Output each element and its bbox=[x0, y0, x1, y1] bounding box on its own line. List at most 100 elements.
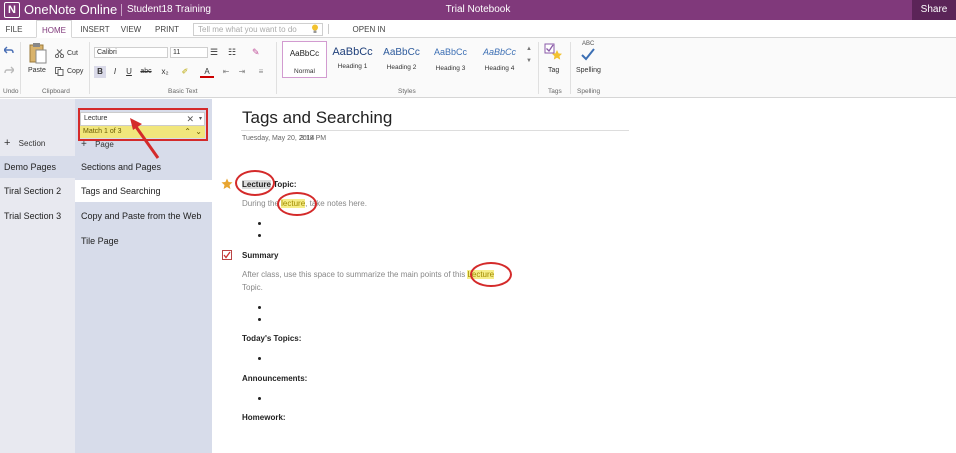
bullet-point[interactable] bbox=[258, 397, 261, 400]
section-pane: + Section Demo Pages Tiral Section 2 Tri… bbox=[0, 99, 75, 453]
style-heading-3[interactable]: AaBbCc Heading 3 bbox=[428, 41, 473, 78]
annotation-ring bbox=[235, 170, 275, 196]
summary-text[interactable]: After class, use this space to summarize… bbox=[242, 270, 495, 279]
style-name: Heading 2 bbox=[386, 64, 417, 71]
spelling-check-icon[interactable] bbox=[581, 48, 595, 61]
todo-checkbox-icon[interactable] bbox=[222, 250, 232, 260]
group-divider bbox=[89, 42, 90, 94]
add-section-button[interactable]: + Section bbox=[4, 137, 45, 149]
important-star-icon[interactable] bbox=[221, 178, 233, 190]
styles-scroll-down-icon[interactable]: ▼ bbox=[526, 58, 532, 64]
style-heading-1[interactable]: AaBbCc Heading 1 bbox=[330, 41, 375, 78]
highlight-icon[interactable]: ✐ bbox=[178, 66, 192, 78]
styles-scroll-up-icon[interactable]: ▲ bbox=[526, 46, 532, 52]
style-preview: AaBbCc bbox=[289, 49, 320, 58]
numbering-icon[interactable]: ☷ bbox=[228, 47, 236, 58]
section-item-trial-section-3[interactable]: Trial Section 3 bbox=[0, 205, 75, 227]
style-preview: AaBbCc bbox=[482, 47, 517, 57]
style-name: Heading 3 bbox=[435, 65, 466, 72]
summary-heading[interactable]: Summary bbox=[242, 251, 278, 260]
announcements-heading[interactable]: Announcements: bbox=[242, 374, 307, 383]
bullet-point[interactable] bbox=[258, 318, 261, 321]
group-divider bbox=[570, 42, 571, 94]
title-bar: N OneNote Online Student18 Training Tria… bbox=[0, 0, 956, 20]
bullet-point[interactable] bbox=[258, 222, 261, 225]
group-label-spelling: Spelling bbox=[577, 88, 601, 95]
group-divider bbox=[276, 42, 277, 94]
font-size-select[interactable]: 11 bbox=[170, 47, 208, 58]
cut-label[interactable]: Cut bbox=[67, 50, 78, 57]
bullet-point[interactable] bbox=[258, 306, 261, 309]
lightbulb-icon bbox=[312, 24, 318, 33]
page-item-tags-and-searching[interactable]: Tags and Searching bbox=[75, 180, 212, 202]
title-underline bbox=[241, 130, 629, 131]
style-preview: AaBbCc bbox=[332, 46, 373, 58]
font-color-icon[interactable]: A bbox=[200, 66, 214, 78]
bullet-point[interactable] bbox=[258, 357, 261, 360]
summary-text-line-2[interactable]: Topic. bbox=[242, 283, 263, 292]
section-item-tiral-section-2[interactable]: Tiral Section 2 bbox=[0, 180, 75, 202]
subscript-icon[interactable]: x₂ bbox=[158, 66, 172, 78]
text-segment: After class, use this space to summarize… bbox=[242, 270, 468, 279]
style-preview: AaBbCc bbox=[433, 47, 468, 57]
paste-label[interactable]: Paste bbox=[28, 67, 46, 74]
check-mark-icon bbox=[223, 251, 231, 259]
bold-button[interactable]: B bbox=[94, 66, 106, 78]
font-name-select[interactable]: Calibri bbox=[94, 47, 168, 58]
open-in-onenote-button[interactable]: OPEN IN ONENOTE bbox=[334, 20, 404, 53]
style-heading-2[interactable]: AaBbCc Heading 2 bbox=[379, 41, 424, 78]
group-label-tags: Tags bbox=[548, 88, 562, 95]
annotation-ring bbox=[277, 192, 317, 216]
clear-format-icon[interactable]: ✎ bbox=[252, 47, 260, 58]
group-label-clipboard: Clipboard bbox=[42, 88, 70, 95]
add-section-label: Section bbox=[18, 139, 46, 148]
tab-insert[interactable]: INSERT bbox=[78, 20, 112, 38]
tag-label[interactable]: Tag bbox=[548, 67, 559, 74]
tab-view[interactable]: VIEW bbox=[118, 20, 144, 38]
tab-print[interactable]: PRINT bbox=[152, 20, 182, 38]
copy-label[interactable]: Copy bbox=[67, 68, 83, 75]
ribbon: Undo Paste Cut Copy Clipboard Calibri 11… bbox=[0, 38, 956, 98]
copy-icon[interactable] bbox=[55, 67, 64, 76]
tab-file[interactable]: FILE bbox=[2, 20, 26, 38]
italic-button[interactable]: I bbox=[110, 66, 120, 78]
add-page-label: Page bbox=[95, 140, 114, 149]
style-name: Heading 1 bbox=[337, 63, 368, 70]
underline-button[interactable]: U bbox=[124, 66, 134, 78]
section-item-demo-pages[interactable]: Demo Pages bbox=[0, 156, 75, 178]
page-title[interactable]: Tags and Searching bbox=[242, 108, 392, 128]
page-item-copy-and-paste[interactable]: Copy and Paste from the Web bbox=[75, 205, 212, 227]
style-heading-4[interactable]: AaBbCc Heading 4 bbox=[477, 41, 522, 78]
spelling-label[interactable]: Spelling bbox=[576, 67, 601, 74]
share-button[interactable]: Share bbox=[912, 0, 956, 20]
homework-heading[interactable]: Homework: bbox=[242, 413, 286, 422]
tag-icon[interactable] bbox=[544, 42, 562, 62]
annotation-ring bbox=[470, 262, 512, 287]
outdent-icon[interactable]: ⇤ bbox=[220, 66, 232, 78]
todays-topics-heading[interactable]: Today's Topics: bbox=[242, 334, 301, 343]
undo-icon[interactable] bbox=[4, 46, 14, 55]
group-label-styles: Styles bbox=[398, 88, 416, 95]
annotation-arrow-icon bbox=[130, 118, 160, 159]
menubar-divider bbox=[328, 24, 329, 34]
add-section-plus-icon: + bbox=[4, 137, 11, 149]
tab-home[interactable]: HOME bbox=[36, 20, 72, 38]
bullets-icon[interactable]: ☰ bbox=[210, 47, 218, 58]
group-divider bbox=[20, 42, 21, 94]
style-normal[interactable]: AaBbCc Normal bbox=[282, 41, 327, 78]
cut-icon[interactable] bbox=[55, 49, 64, 58]
menu-bar: FILE HOME INSERT VIEW PRINT Tell me what… bbox=[0, 20, 956, 53]
redo-icon[interactable] bbox=[4, 66, 14, 75]
indent-icon[interactable]: ⇥ bbox=[236, 66, 248, 78]
style-preview: AaBbCc bbox=[383, 47, 420, 58]
tell-me-input[interactable]: Tell me what you want to do bbox=[193, 23, 323, 36]
align-icon[interactable]: ≡ bbox=[254, 66, 268, 78]
bullet-point[interactable] bbox=[258, 234, 261, 237]
group-label-basic-text: Basic Text bbox=[168, 88, 198, 95]
group-label-undo: Undo bbox=[3, 88, 19, 95]
strikethrough-button[interactable]: abc bbox=[138, 66, 154, 78]
group-divider bbox=[538, 42, 539, 94]
paste-icon[interactable] bbox=[29, 42, 47, 64]
page-time: 3:18 PM bbox=[300, 135, 327, 142]
page-item-tile-page[interactable]: Tile Page bbox=[75, 230, 212, 252]
